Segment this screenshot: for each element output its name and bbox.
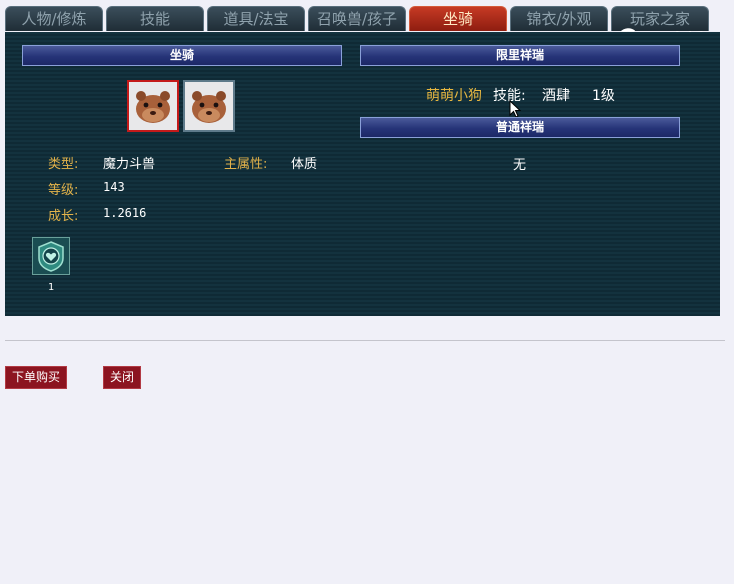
skill-name: 酒肆 <box>542 88 570 104</box>
type-label: 类型: <box>48 157 79 172</box>
mount-slot-2[interactable] <box>183 80 235 132</box>
mount-info-panel: 坐骑 限里祥瑞 萌萌小狗 技能: 酒肆 1级 普通祥瑞 无 类型: 魔力斗兽 主… <box>5 32 720 316</box>
tab-skills[interactable]: 技能 <box>106 6 204 31</box>
level-label: 等级: <box>48 183 79 198</box>
mount-skill-slot[interactable] <box>32 237 70 275</box>
skill-level: 1级 <box>592 88 615 104</box>
mouse-cursor-icon <box>509 100 522 118</box>
mount-slot-1[interactable] <box>127 80 179 132</box>
type-value: 魔力斗兽 <box>103 157 156 172</box>
buy-button[interactable]: 下单购买 <box>5 366 67 389</box>
tab-outfits[interactable]: 锦衣/外观 <box>510 6 608 31</box>
main-attribute-value: 体质 <box>291 157 318 172</box>
divider <box>5 340 725 341</box>
limited-auspicious-name: 萌萌小狗 <box>426 88 482 104</box>
tab-summons[interactable]: 召唤兽/孩子 <box>308 6 406 31</box>
tab-character[interactable]: 人物/修炼 <box>5 6 103 31</box>
heart-shield-icon <box>33 238 69 274</box>
skill-count: 1 <box>48 282 55 293</box>
main-attribute-label: 主属性: <box>224 157 268 172</box>
limited-auspicious-title: 限里祥瑞 <box>360 45 680 66</box>
capybara-mount-icon <box>192 91 226 123</box>
tab-mounts[interactable]: 坐骑 <box>409 6 507 31</box>
mount-section-title: 坐骑 <box>22 45 342 66</box>
tab-bar: 人物/修炼 技能 道具/法宝 召唤兽/孩子 坐骑 锦衣/外观 玩家之家 <box>5 6 720 32</box>
level-value: 143 <box>103 180 125 194</box>
normal-auspicious-title: 普通祥瑞 <box>360 117 680 138</box>
tab-items[interactable]: 道具/法宝 <box>207 6 305 31</box>
capybara-mount-icon <box>136 91 170 123</box>
close-button[interactable]: 关闭 <box>103 366 141 389</box>
growth-label: 成长: <box>48 209 79 224</box>
normal-auspicious-value: 无 <box>513 158 527 173</box>
growth-value: 1.2616 <box>103 206 147 220</box>
